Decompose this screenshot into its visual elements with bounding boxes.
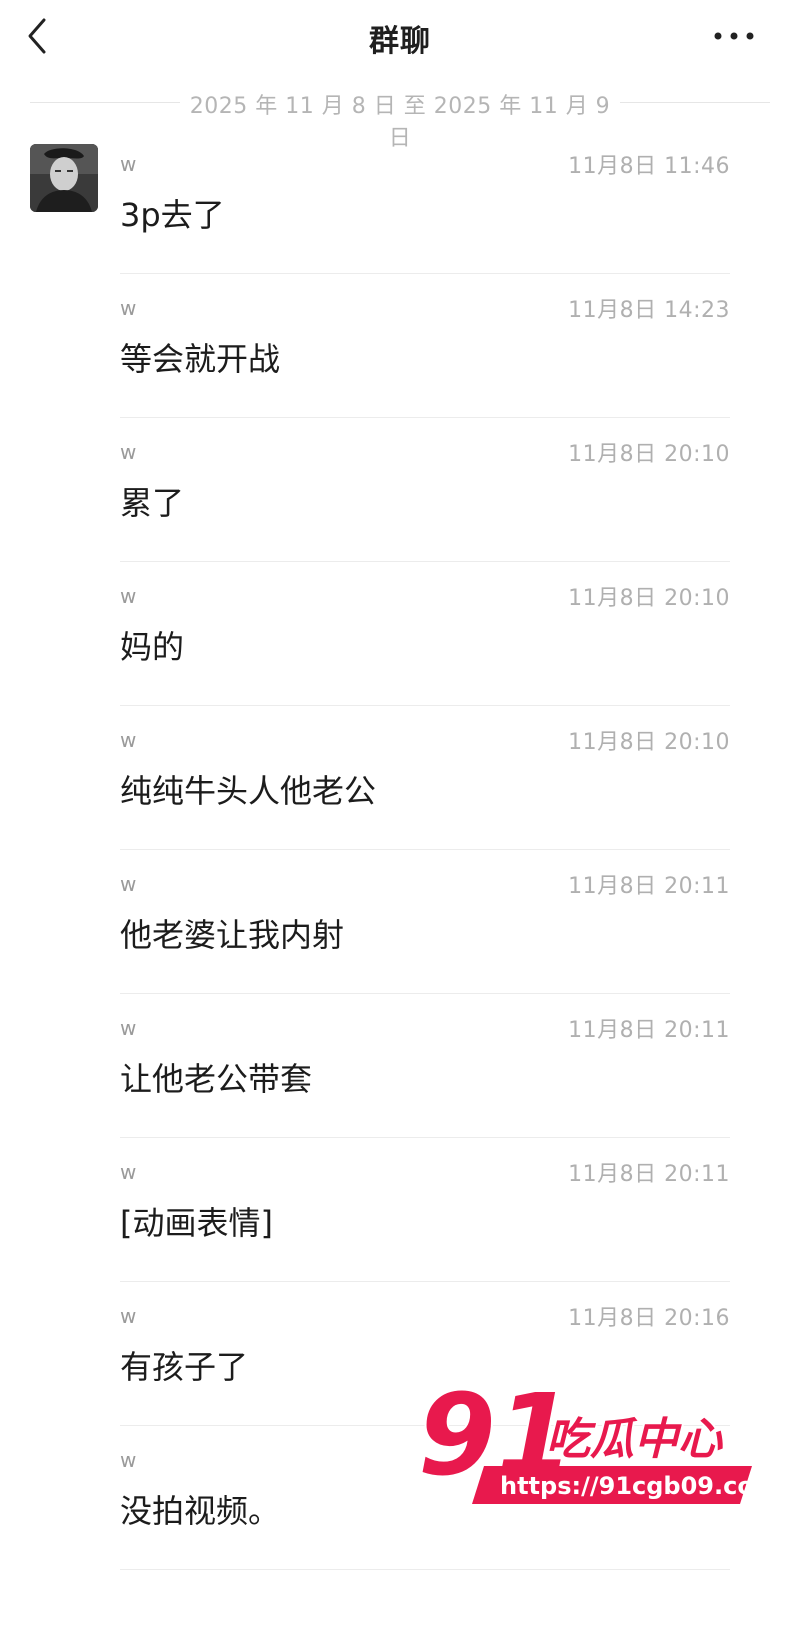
message-time: 11月8日 20:16 bbox=[568, 1306, 730, 1331]
message-sender: w bbox=[120, 152, 137, 176]
message-time: 11月8日 20:10 bbox=[568, 442, 730, 467]
message-text: 他老婆让我内射 bbox=[120, 916, 345, 954]
message-sender: w bbox=[120, 1448, 137, 1472]
divider-line-left bbox=[30, 102, 180, 103]
message-time: 11月8日 20:11 bbox=[568, 874, 730, 899]
message-sender: w bbox=[120, 728, 137, 752]
divider-line-right bbox=[620, 102, 770, 103]
message-text: 累了 bbox=[120, 484, 185, 522]
message-text: 3p去了 bbox=[120, 196, 225, 234]
watermark-logo: 91 吃瓜中心 https://91cgb09.com bbox=[416, 1369, 779, 1516]
top-bar: 群聊 bbox=[0, 0, 800, 78]
message-text: 等会就开战 bbox=[120, 340, 281, 378]
message-time: 11月8日 20:11 bbox=[568, 1162, 730, 1187]
message-item[interactable]: w 11月8日 14:23 等会就开战 bbox=[120, 274, 730, 418]
message-item[interactable]: w 11月8日 11:46 3p去了 bbox=[120, 130, 730, 274]
message-text: 妈的 bbox=[120, 628, 185, 666]
message-text: 纯纯牛头人他老公 bbox=[120, 772, 377, 810]
watermark-url: https://91cgb09.com bbox=[500, 1472, 763, 1500]
message-sender: w bbox=[120, 1304, 137, 1328]
more-dots-icon bbox=[714, 32, 754, 40]
message-time: 11月8日 11:46 bbox=[568, 154, 730, 179]
message-list: w 11月8日 11:46 3p去了 w 11月8日 14:23 等会就开战 w… bbox=[120, 130, 730, 1570]
message-item[interactable]: w 11月8日 20:10 纯纯牛头人他老公 bbox=[120, 706, 730, 850]
message-sender: w bbox=[120, 440, 137, 464]
more-button[interactable] bbox=[708, 16, 764, 56]
message-item[interactable]: w 11月8日 20:10 累了 bbox=[120, 418, 730, 562]
watermark-graphic: 91 吃瓜中心 https://91cgb09.com bbox=[416, 1369, 779, 1504]
watermark-name: 吃瓜中心 bbox=[546, 1414, 724, 1465]
message-item[interactable]: w 11月8日 20:11 让他老公带套 bbox=[120, 994, 730, 1138]
avatar-portrait bbox=[30, 144, 98, 212]
message-item[interactable]: w 11月8日 20:10 妈的 bbox=[120, 562, 730, 706]
message-sender: w bbox=[120, 1160, 137, 1184]
message-sender: w bbox=[120, 296, 137, 320]
message-time: 11月8日 20:11 bbox=[568, 1018, 730, 1043]
message-time: 11月8日 20:10 bbox=[568, 730, 730, 755]
message-text: 让他老公带套 bbox=[120, 1060, 313, 1098]
avatar[interactable] bbox=[30, 144, 98, 212]
date-range-divider: 2025 年 11 月 8 日 至 2025 年 11 月 9 日 bbox=[30, 88, 770, 151]
message-text: 有孩子了 bbox=[120, 1348, 249, 1386]
message-text: [动画表情] bbox=[120, 1204, 273, 1242]
message-time: 11月8日 20:10 bbox=[568, 586, 730, 611]
message-time: 11月8日 14:23 bbox=[568, 298, 730, 323]
message-sender: w bbox=[120, 1016, 137, 1040]
page-title: 群聊 bbox=[369, 24, 431, 59]
message-text: 没拍视频。 bbox=[120, 1492, 281, 1530]
message-item[interactable]: w 11月8日 20:11 [动画表情] bbox=[120, 1138, 730, 1282]
message-sender: w bbox=[120, 584, 137, 608]
message-item[interactable]: w 11月8日 20:11 他老婆让我内射 bbox=[120, 850, 730, 994]
message-sender: w bbox=[120, 872, 137, 896]
